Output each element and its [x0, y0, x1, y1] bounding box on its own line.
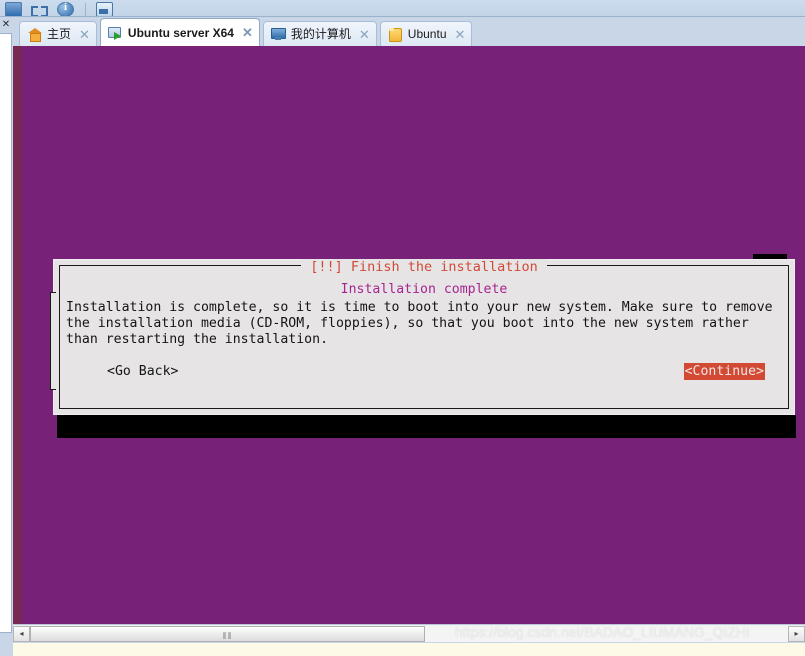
tab-home[interactable]: 主页 ✕	[19, 21, 97, 46]
scroll-left-arrow-icon[interactable]: ◂	[13, 625, 30, 642]
window-icon[interactable]	[95, 0, 115, 16]
message-line-2: the installation media (CD-ROM, floppies…	[66, 316, 749, 331]
vm-viewport[interactable]: [!!] Finish the installation Installatio…	[13, 46, 805, 624]
close-icon[interactable]: ✕	[79, 28, 90, 41]
dialog-body: Installation complete Installation is co…	[60, 282, 788, 348]
dialog-title: [!!] Finish the installation	[60, 258, 788, 276]
info-icon[interactable]	[56, 0, 76, 16]
tab-label: 我的计算机	[290, 27, 351, 41]
close-icon[interactable]: ✕	[455, 28, 466, 41]
home-icon	[27, 27, 42, 42]
message-line-3: than restarting the installation.	[66, 332, 329, 347]
fit-window-icon[interactable]	[30, 0, 50, 16]
scrollbar-grip-icon: ⫴⫴	[222, 630, 233, 641]
dialog-title-text: [!!] Finish the installation	[301, 259, 547, 275]
display-icon[interactable]	[4, 0, 24, 16]
monitor-icon	[270, 27, 286, 41]
ubuntu-installer-screen[interactable]: [!!] Finish the installation Installatio…	[22, 46, 805, 624]
toolbar-separator	[85, 3, 86, 16]
status-strip	[0, 642, 805, 656]
tab-label: 主页	[47, 27, 72, 41]
tab-label: Ubuntu server X64	[127, 25, 234, 40]
tab-bar: 主页 ✕ Ubuntu server X64 ✕ 我的计算机 ✕ Ubuntu …	[13, 17, 805, 46]
dialog-frame-notch	[50, 292, 56, 390]
go-back-button[interactable]: <Go Back>	[107, 364, 178, 379]
status-strip-left	[0, 642, 13, 656]
tab-ubuntu[interactable]: Ubuntu ✕	[379, 21, 473, 46]
main-toolbar	[0, 0, 805, 17]
vmware-workstation-window: ✕ 主页 ✕ Ubuntu server X64 ✕ 我的计算机 ✕ Ubunt…	[0, 0, 805, 656]
installation-complete-heading: Installation complete	[340, 282, 508, 297]
horizontal-scrollbar[interactable]: ◂ ⫴⫴ ▸	[13, 624, 805, 642]
vm-play-icon	[107, 26, 123, 40]
close-icon[interactable]: ✕	[359, 28, 370, 41]
folder-icon	[388, 27, 403, 42]
finish-installation-dialog: [!!] Finish the installation Installatio…	[50, 259, 795, 415]
scrollbar-track[interactable]: ⫴⫴	[30, 625, 788, 642]
console-black-area	[57, 415, 796, 438]
library-dock: ✕	[0, 17, 13, 656]
close-icon[interactable]: ✕	[242, 26, 253, 39]
tab-my-computer[interactable]: 我的计算机 ✕	[262, 21, 377, 46]
continue-button[interactable]: <Continue>	[683, 363, 765, 380]
dialog-button-row: <Go Back> <Continue>	[60, 363, 788, 382]
close-icon[interactable]: ✕	[1, 19, 11, 30]
scroll-right-arrow-icon[interactable]: ▸	[788, 625, 805, 642]
dialog-frame: [!!] Finish the installation Installatio…	[59, 259, 789, 409]
tab-label: Ubuntu	[407, 27, 447, 41]
tab-ubuntu-server-x64[interactable]: Ubuntu server X64 ✕	[99, 18, 260, 46]
scrollbar-thumb[interactable]: ⫴⫴	[30, 625, 425, 642]
library-panel[interactable]	[0, 33, 12, 633]
message-line-1: Installation is complete, so it is time …	[66, 300, 773, 315]
